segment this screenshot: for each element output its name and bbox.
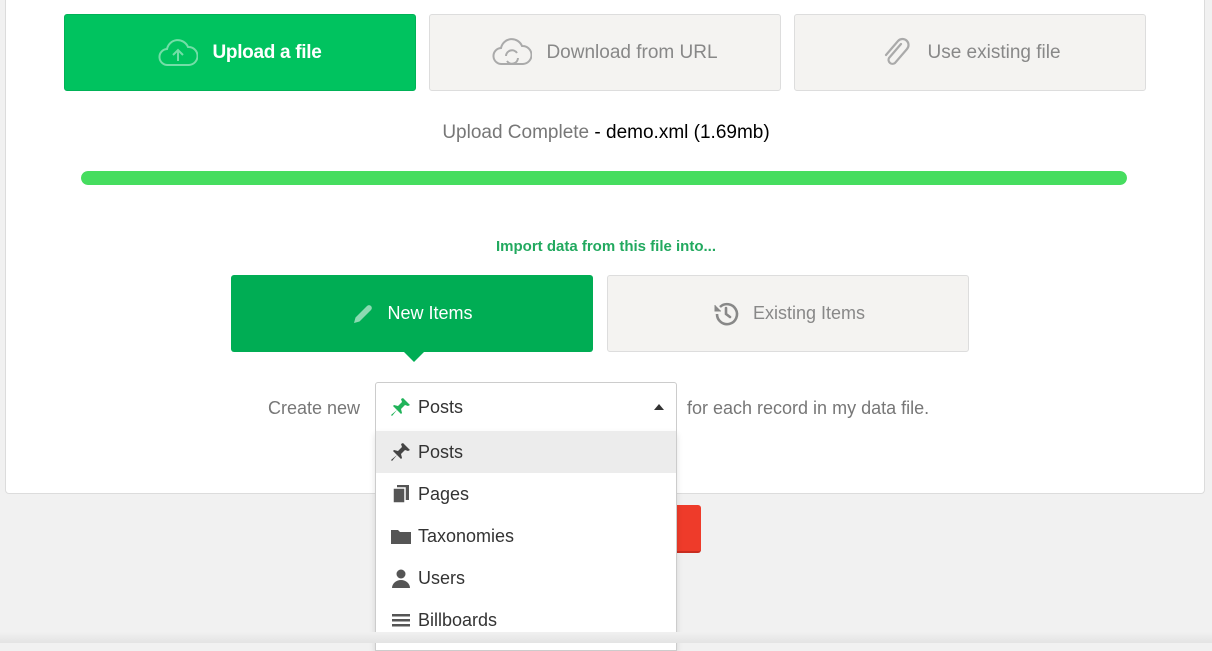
create-new-suffix: for each record in my data file. [687,398,930,418]
paperclip-icon [879,36,913,70]
dropdown-item-label: Pages [418,483,470,504]
dropdown-item-label: Posts [418,441,464,462]
dropdown-item-label: Users [418,567,466,588]
tab-existing-items-label: Existing Items [752,303,866,323]
pages-icon [390,484,412,504]
dropdown-item-pages[interactable]: Pages [376,473,676,515]
pin-icon [390,441,412,463]
dropdown-item-label: Billboards [418,609,498,630]
pencil-icon [351,302,375,326]
list-icon [390,612,412,628]
tab-existing-file[interactable]: Use existing file [794,14,1146,91]
dropdown-item-posts[interactable]: Posts [376,431,676,473]
tab-download-label: Download from URL [546,41,718,63]
tab-new-items[interactable]: New Items [231,275,593,362]
status-file: - demo.xml (1.69mb) [589,122,770,143]
dropdown-item-users[interactable]: Users [376,557,676,599]
dropdown-item-taxonomies[interactable]: Taxonomies [376,515,676,557]
pin-icon [390,396,412,418]
footer-shade [0,632,1212,643]
import-into-label: Import data from this file into... [495,238,716,255]
upload-progress-fill [81,171,1127,185]
post-type-selected: Posts [418,396,464,417]
user-icon [390,568,412,588]
caret-up-icon [654,404,664,410]
post-type-dropdown: Posts Pages Taxonomies Users Billboards [375,431,677,651]
cloud-upload-icon [158,37,199,69]
folder-icon [390,527,412,545]
tab-existing-items[interactable]: Existing Items [607,275,969,352]
tab-upload-label: Upload a file [212,41,322,63]
dropdown-item-label: Taxonomies [418,525,515,546]
upload-progress-bar [81,171,1127,185]
upload-status: Upload Complete - demo.xml (1.69mb) [0,122,1212,144]
status-label: Upload Complete [442,122,590,143]
cloud-refresh-icon [492,36,533,70]
tab-upload-file[interactable]: Upload a file [64,14,416,91]
tab-new-items-label: New Items [387,303,473,323]
history-icon [711,299,741,329]
post-type-select[interactable]: Posts [375,382,677,432]
tab-existing-label: Use existing file [927,41,1061,63]
create-new-label: Create new [268,398,361,418]
tab-download-url[interactable]: Download from URL [429,14,781,91]
create-new-row: Create new Posts for each record in my d… [0,382,1212,432]
